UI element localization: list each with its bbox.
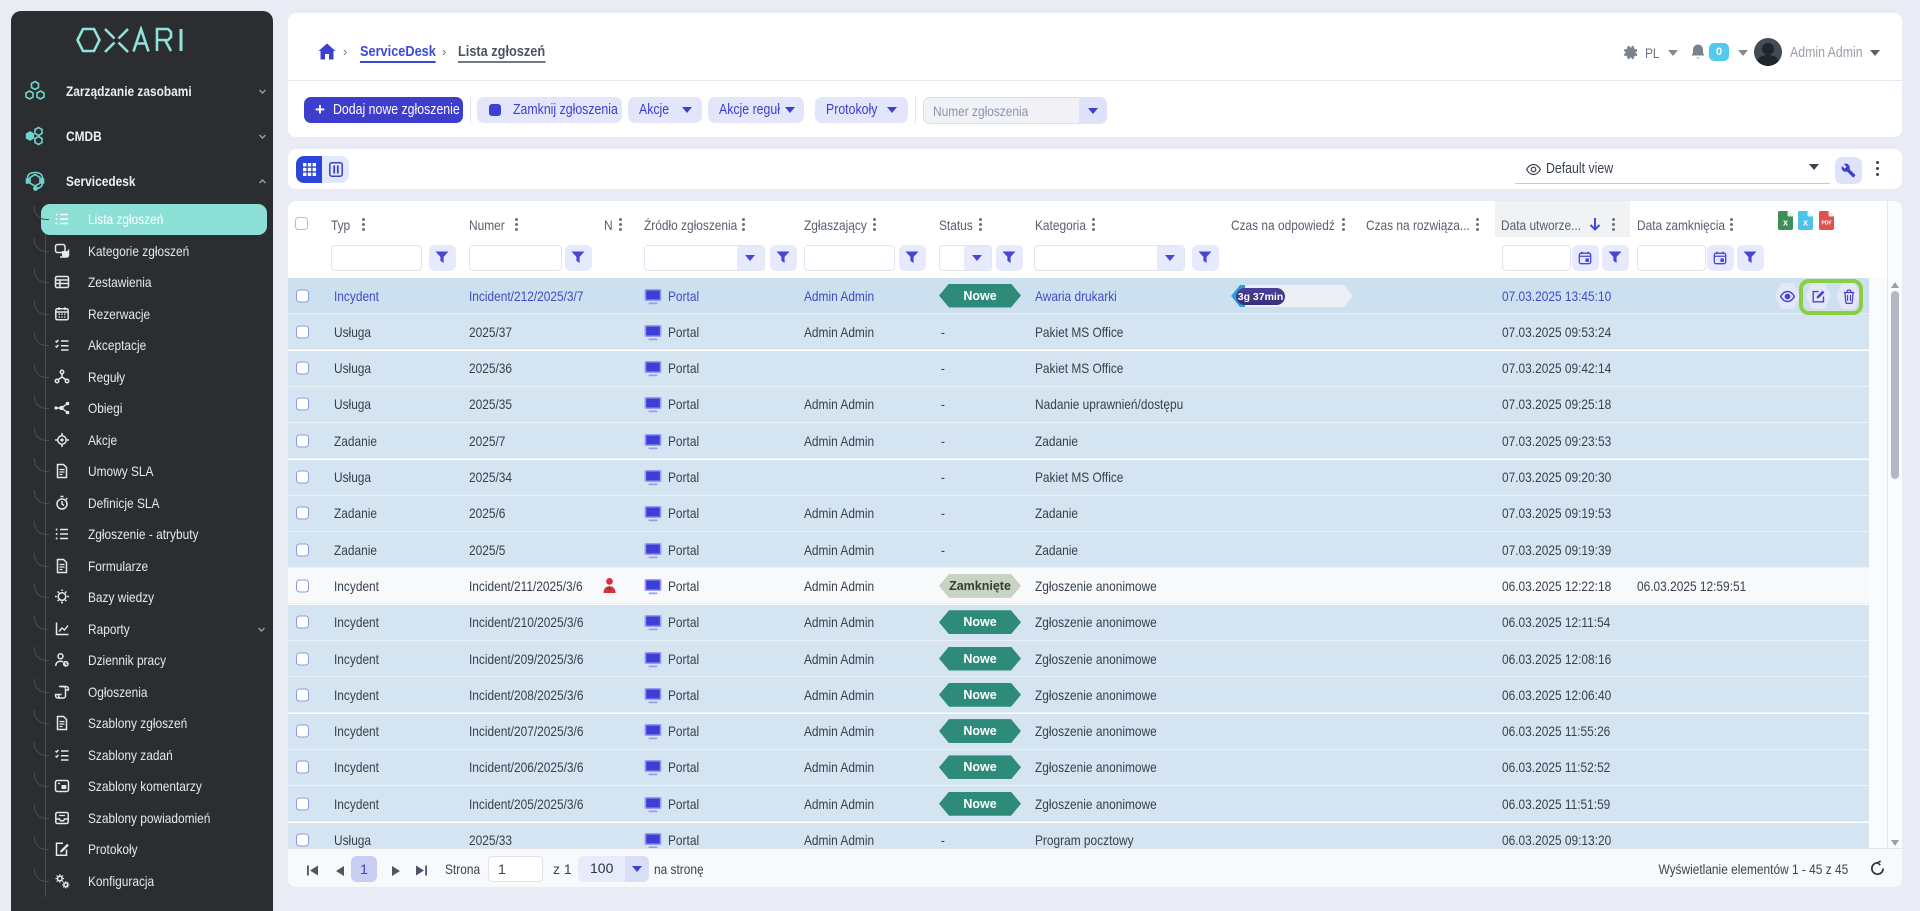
svg-text:x: x: [1783, 218, 1788, 228]
svg-text:x: x: [1803, 218, 1808, 228]
svg-text:PDF: PDF: [1821, 221, 1831, 227]
